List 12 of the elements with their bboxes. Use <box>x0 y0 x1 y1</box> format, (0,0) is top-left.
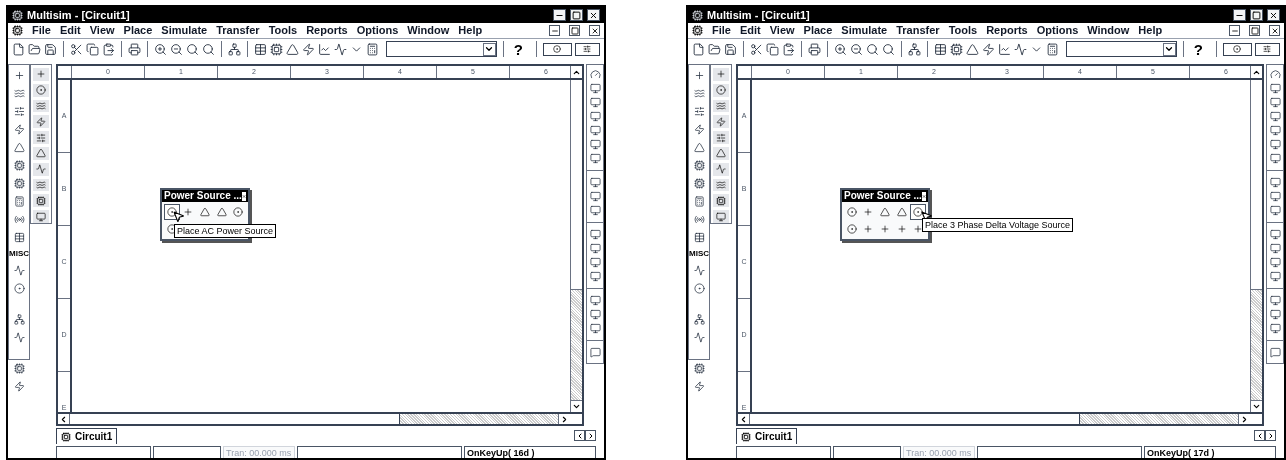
status-field: OnKeyUp( 17d ) <box>1144 446 1276 458</box>
window-title: Multisim - [Circuit1] <box>707 9 810 21</box>
window-title: Multisim - [Circuit1] <box>27 9 130 21</box>
tab-label: Circuit1 <box>755 430 793 444</box>
toolbar-title: Power Source ... <box>844 191 922 201</box>
toolbar-title: Power Source ... <box>164 191 242 201</box>
status-field: OnKeyUp( 16d ) <box>464 446 596 458</box>
tooltip: Place 3 Phase Delta Voltage Source <box>922 218 1074 232</box>
status-field: Tran: 00.000 ms <box>903 446 975 458</box>
status-field: Tran: 00.000 ms <box>223 446 295 458</box>
tooltip: Place AC Power Source <box>174 224 277 238</box>
tab-label: Circuit1 <box>75 430 113 444</box>
